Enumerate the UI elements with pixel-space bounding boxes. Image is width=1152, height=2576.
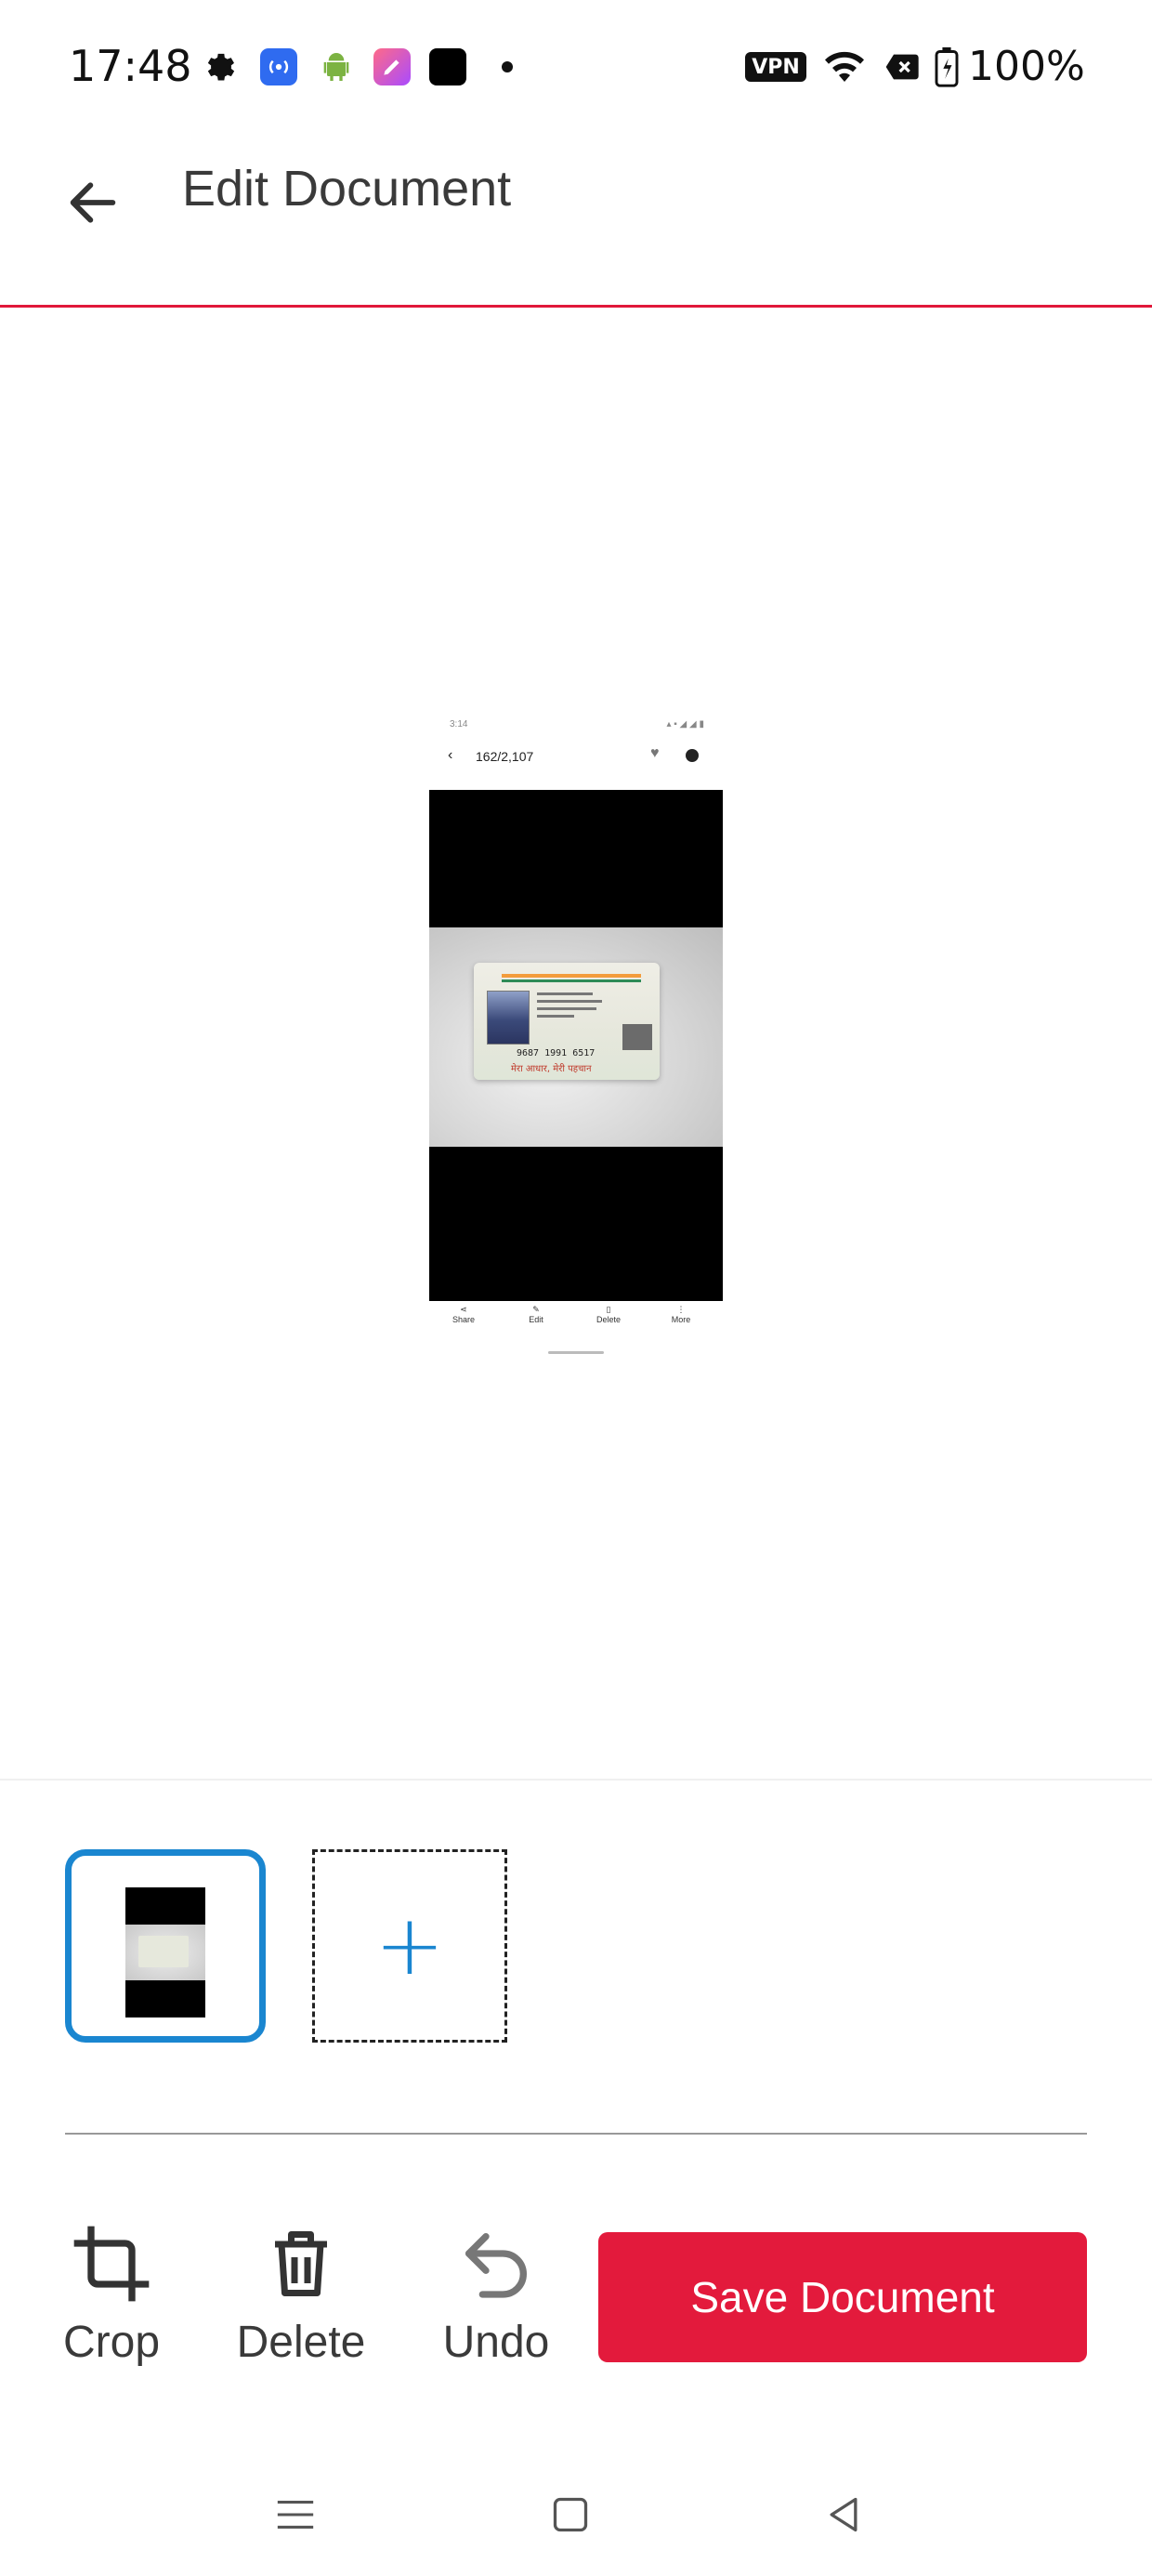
vpn-label: VPN — [752, 55, 800, 79]
hotspot-icon — [260, 48, 297, 85]
delete-label: Delete — [236, 2318, 366, 2367]
strip-divider-bottom — [65, 2133, 1087, 2135]
id-card-number: 9687 1991 6517 — [517, 1048, 596, 1058]
preview-toolbar: ⋖ Share ✎ Edit ▯ Delete ⋮ More — [429, 1301, 723, 1347]
preview-delete: ▯ Delete — [581, 1305, 636, 1324]
preview-photo-black-top — [429, 790, 723, 927]
preview-share: ⋖ Share — [436, 1305, 491, 1324]
preview-photo-black-bottom — [429, 1147, 723, 1301]
save-document-button[interactable]: Save Document — [598, 2232, 1087, 2362]
undo-button[interactable]: Undo — [442, 2219, 550, 2368]
page-thumbnail[interactable] — [65, 1849, 266, 2043]
undo-icon — [450, 2219, 543, 2307]
battery-percent: 100% — [968, 43, 1085, 90]
document-preview-area: 3:14 ▴ ▪ ◢ ◢ ▮ ‹ 162/2,107 ♥ 9687 1991 6… — [0, 308, 1152, 1779]
preview-delete-label: Delete — [596, 1315, 621, 1324]
battery-icon — [933, 46, 961, 87]
dot-icon — [489, 48, 526, 85]
id-photo — [487, 991, 530, 1045]
preview-header-text: 162/2,107 — [476, 749, 534, 764]
more-vert-icon: ⋮ — [676, 1305, 686, 1314]
preview-edit: ✎ Edit — [508, 1305, 564, 1324]
preview-status-icons: ▴ ▪ ◢ ◢ ▮ — [666, 719, 704, 729]
preview-header: ‹ 162/2,107 ♥ — [429, 736, 723, 775]
preview-info-icon — [686, 749, 699, 762]
back-button[interactable] — [54, 165, 132, 243]
strip-divider-top — [0, 1779, 1152, 1781]
preview-statusbar: 3:14 ▴ ▪ ◢ ◢ ▮ — [429, 714, 723, 736]
system-nav-bar — [0, 2453, 1152, 2576]
triangle-back-icon[interactable] — [806, 2477, 881, 2552]
preview-handle — [548, 1351, 604, 1354]
plus-icon: + — [374, 1897, 445, 1994]
preview-share-label: Share — [452, 1315, 476, 1324]
status-bar: 17:48 VPN 100% — [0, 0, 1152, 139]
preview-more-label: More — [671, 1315, 691, 1324]
id-card-image: 9687 1991 6517 मेरा आधार, मेरी पहचान — [474, 963, 660, 1080]
document-page-preview[interactable]: 3:14 ▴ ▪ ◢ ◢ ▮ ‹ 162/2,107 ♥ 9687 1991 6… — [429, 714, 723, 1676]
id-qr — [622, 1024, 652, 1050]
app-bar: Edit Document — [0, 139, 1152, 307]
preview-heart-icon: ♥ — [650, 745, 660, 761]
vpn-icon: VPN — [743, 48, 808, 85]
crop-label: Crop — [62, 2318, 161, 2367]
preview-back-icon: ‹ — [448, 747, 453, 763]
preview-more: ⋮ More — [653, 1305, 709, 1324]
android-icon — [318, 48, 355, 85]
page-thumbnail-image — [125, 1871, 205, 2021]
share-icon: ⋖ — [460, 1305, 467, 1314]
edit-icon: ✎ — [532, 1305, 540, 1314]
id-card-tagline: मेरा आधार, मेरी पहचान — [511, 1064, 592, 1074]
arrow-left-icon — [63, 173, 123, 237]
app-icon — [373, 48, 411, 85]
crop-button[interactable]: Crop — [63, 2219, 160, 2368]
delete-icon: ▯ — [606, 1305, 611, 1314]
black-app-icon — [429, 48, 466, 85]
square-home-icon[interactable] — [533, 2477, 608, 2552]
preview-time: 3:14 — [450, 719, 468, 729]
menu-icon[interactable] — [258, 2477, 333, 2552]
add-page-button[interactable]: + — [312, 1849, 507, 2043]
undo-label: Undo — [442, 2318, 550, 2367]
no-sim-icon — [884, 48, 922, 85]
crop-icon — [65, 2219, 158, 2307]
page-title: Edit Document — [182, 161, 512, 217]
preview-photo: 9687 1991 6517 मेरा आधार, मेरी पहचान — [429, 927, 723, 1147]
wifi-icon — [821, 48, 868, 85]
delete-button[interactable]: Delete — [236, 2219, 366, 2368]
preview-edit-label: Edit — [529, 1315, 543, 1324]
trash-icon — [255, 2219, 347, 2307]
settings-icon — [203, 48, 240, 85]
status-time: 17:48 — [69, 41, 192, 91]
